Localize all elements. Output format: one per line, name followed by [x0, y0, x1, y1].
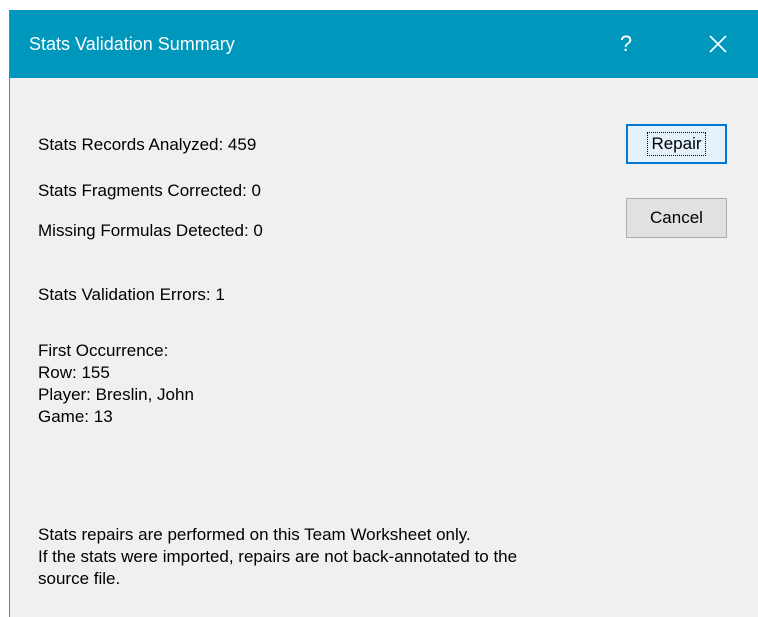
close-icon [709, 35, 727, 53]
close-button[interactable] [690, 22, 746, 66]
first-occurrence-heading: First Occurrence: [38, 341, 169, 360]
repair-note-line-3: source file. [38, 569, 121, 588]
first-occurrence-block: First Occurrence: Row: 155 Player: Bresl… [38, 340, 194, 428]
repair-note-line-2: If the stats were imported, repairs are … [38, 547, 518, 566]
cancel-button-label: Cancel [650, 208, 703, 227]
repair-button[interactable]: Repair [626, 124, 727, 164]
occurrence-player: Player: Breslin, John [38, 385, 194, 404]
stats-validation-dialog: Stats Validation Summary ? Stats Records… [9, 10, 758, 617]
title-bar[interactable]: Stats Validation Summary ? [10, 10, 758, 78]
repair-note: Stats repairs are performed on this Team… [38, 524, 517, 590]
fragments-corrected-text: Stats Fragments Corrected: 0 [38, 181, 261, 200]
repair-note-line-1: Stats repairs are performed on this Team… [38, 525, 471, 544]
records-analyzed-text: Stats Records Analyzed: 459 [38, 135, 257, 154]
help-button[interactable]: ? [606, 22, 646, 66]
repair-button-label: Repair [647, 132, 706, 156]
occurrence-game: Game: 13 [38, 407, 113, 426]
dialog-title: Stats Validation Summary [29, 34, 235, 54]
validation-errors-text: Stats Validation Errors: 1 [38, 285, 225, 304]
occurrence-row: Row: 155 [38, 363, 110, 382]
missing-formulas-text: Missing Formulas Detected: 0 [38, 221, 263, 240]
cancel-button[interactable]: Cancel [626, 198, 727, 238]
